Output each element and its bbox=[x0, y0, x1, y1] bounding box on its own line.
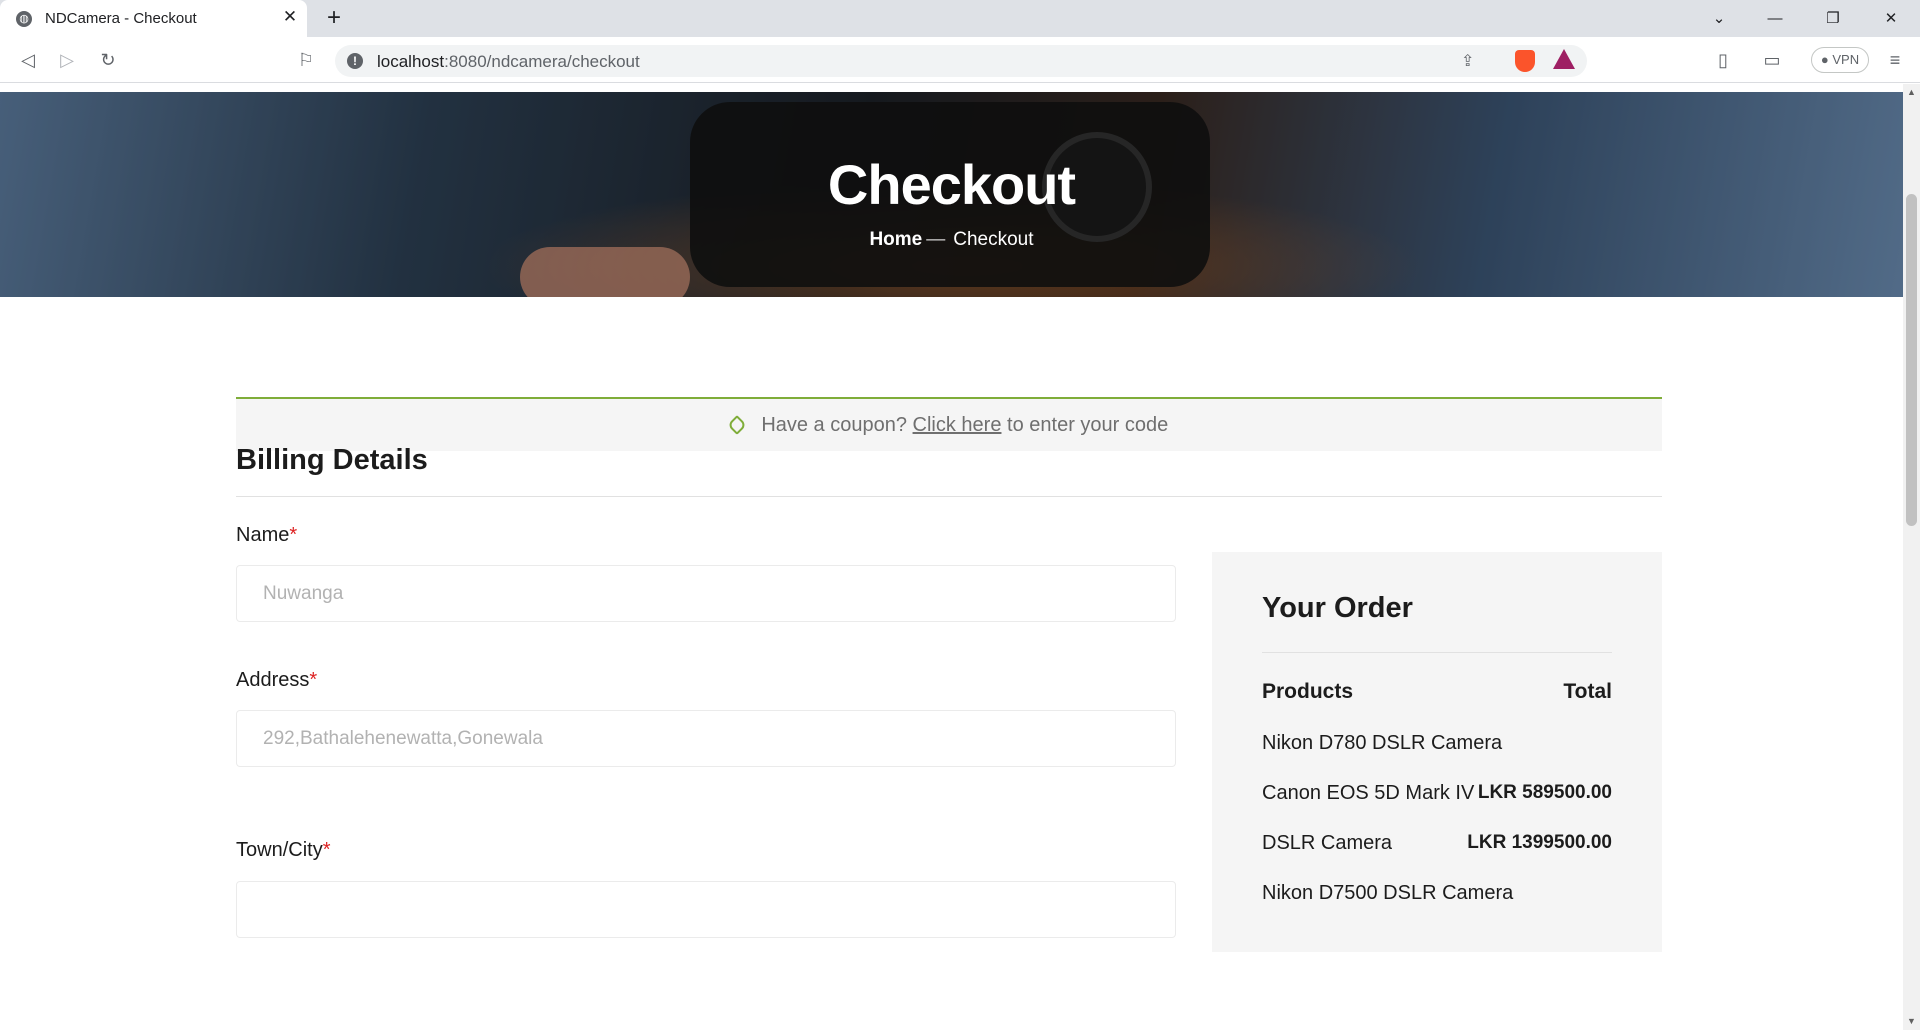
coupon-link[interactable]: Click here bbox=[913, 414, 1002, 436]
browser-toolbar: ◁ ▷ ↻ ⚐ ! localhost:8080/ndcamera/checko… bbox=[0, 37, 1920, 83]
town-city-input[interactable] bbox=[236, 881, 1176, 938]
billing-title: Billing Details bbox=[236, 444, 428, 476]
order-item: Nikon D780 DSLR Camera bbox=[1262, 732, 1503, 754]
site-info-icon[interactable]: ! bbox=[347, 53, 363, 69]
name-label: Name* bbox=[236, 524, 298, 546]
scroll-down-icon[interactable]: ▼ bbox=[1903, 1013, 1920, 1030]
back-icon[interactable]: ◁ bbox=[16, 48, 40, 72]
address-bar[interactable]: ! localhost:8080/ndcamera/checkout ⇪ bbox=[335, 45, 1587, 77]
order-divider bbox=[1262, 652, 1612, 653]
order-item: Nikon D7500 DSLR Camera bbox=[1262, 882, 1514, 904]
close-tab-icon[interactable]: ✕ bbox=[280, 7, 300, 27]
breadcrumb-home-link[interactable]: Home bbox=[869, 229, 922, 250]
brave-rewards-icon[interactable] bbox=[1553, 49, 1575, 69]
breadcrumb: Home — Checkout bbox=[0, 229, 1903, 251]
share-icon[interactable]: ⇪ bbox=[1461, 51, 1474, 71]
order-item: DSLR Camera LKR 1399500.00 bbox=[1262, 832, 1612, 854]
tag-icon bbox=[726, 415, 747, 435]
coupon-notice: Have a coupon? Click here to enter your … bbox=[236, 397, 1662, 451]
browser-tab[interactable]: ◍ NDCamera - Checkout ✕ bbox=[0, 0, 307, 37]
forward-icon[interactable]: ▷ bbox=[55, 48, 79, 72]
order-title: Your Order bbox=[1262, 592, 1413, 624]
page-scrollbar[interactable]: ▲ ▼ bbox=[1903, 84, 1920, 1030]
hero-banner: Checkout Home — Checkout bbox=[0, 92, 1903, 297]
menu-icon[interactable]: ≡ bbox=[1883, 48, 1907, 72]
sidebar-icon[interactable]: ▯ bbox=[1711, 48, 1735, 72]
minimize-button[interactable]: — bbox=[1749, 0, 1801, 37]
total-column-header: Total bbox=[1563, 680, 1612, 703]
order-item: Canon EOS 5D Mark IV LKR 589500.00 bbox=[1262, 782, 1612, 804]
reload-icon[interactable]: ↻ bbox=[96, 48, 120, 72]
town-city-label: Town/City* bbox=[236, 839, 331, 861]
close-window-button[interactable]: ✕ bbox=[1865, 0, 1917, 37]
url-text[interactable]: localhost:8080/ndcamera/checkout bbox=[377, 52, 640, 72]
breadcrumb-current: Checkout bbox=[953, 229, 1034, 250]
coupon-suffix: to enter your code bbox=[1007, 414, 1169, 436]
scroll-up-icon[interactable]: ▲ bbox=[1903, 84, 1920, 101]
globe-icon: ◍ bbox=[16, 11, 32, 27]
bookmark-icon[interactable]: ⚐ bbox=[294, 48, 318, 72]
tab-title: NDCamera - Checkout bbox=[45, 10, 197, 27]
wallet-icon[interactable]: ▭ bbox=[1760, 48, 1784, 72]
browser-tab-strip: ◍ NDCamera - Checkout ✕ + ⌄ — ❐ ✕ bbox=[0, 0, 1920, 37]
name-input[interactable]: Nuwanga bbox=[236, 565, 1176, 622]
coupon-prefix: Have a coupon? bbox=[761, 414, 907, 436]
billing-divider bbox=[236, 496, 1662, 497]
order-summary: Your Order Products Total Nikon D780 DSL… bbox=[1212, 552, 1662, 952]
breadcrumb-separator: — bbox=[926, 229, 946, 250]
scrollbar-thumb[interactable] bbox=[1906, 194, 1917, 526]
page-viewport: Checkout Home — Checkout Have a coupon? Cl… bbox=[0, 84, 1920, 1030]
brave-shields-icon[interactable] bbox=[1515, 50, 1535, 72]
page-title: Checkout bbox=[827, 153, 1076, 216]
address-input[interactable]: 292,Bathalehenewatta,Gonewala bbox=[236, 710, 1176, 767]
vpn-button[interactable]: ● VPN bbox=[1811, 47, 1869, 73]
tab-search-chevron-icon[interactable]: ⌄ bbox=[1693, 0, 1745, 37]
new-tab-button[interactable]: + bbox=[320, 4, 348, 32]
products-column-header: Products bbox=[1262, 680, 1354, 703]
restore-button[interactable]: ❐ bbox=[1807, 0, 1859, 37]
address-label: Address* bbox=[236, 669, 318, 691]
